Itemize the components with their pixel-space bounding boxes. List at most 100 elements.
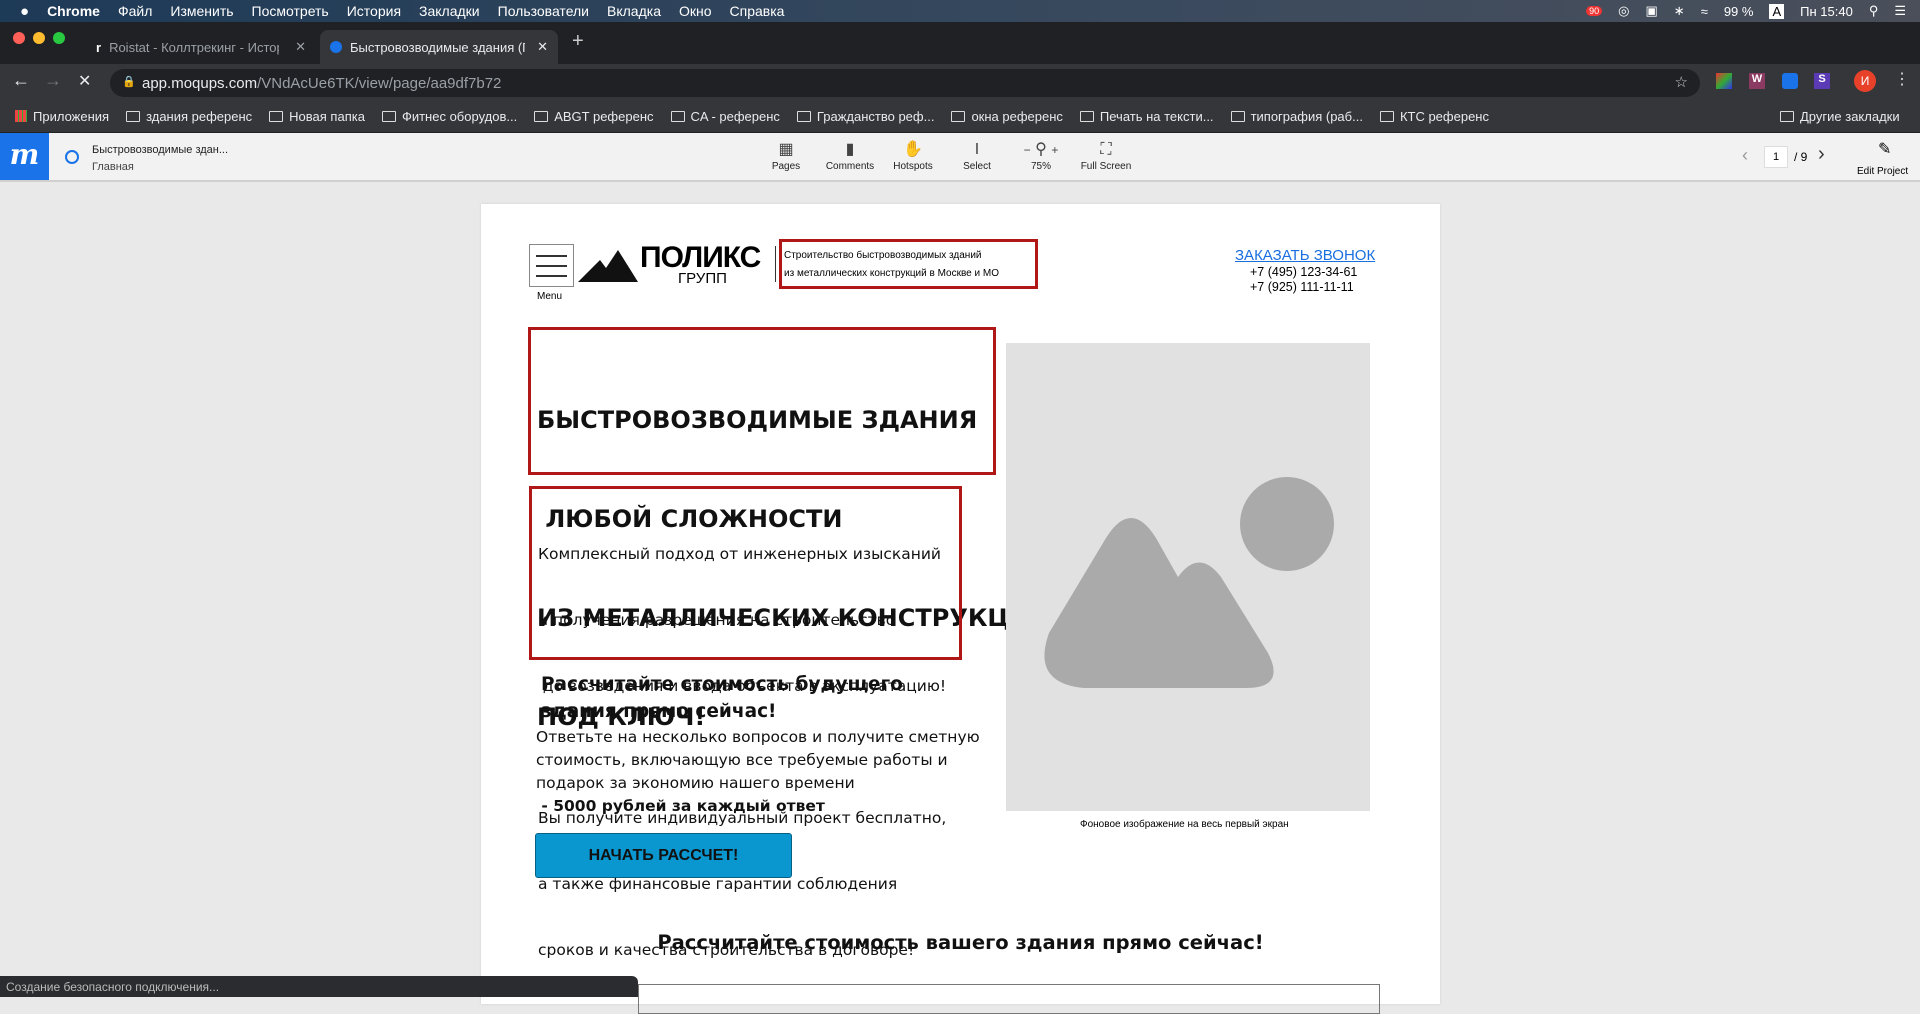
notification-badge[interactable]: 90 xyxy=(1586,6,1603,16)
spotlight-icon[interactable]: ⚲ xyxy=(1869,3,1879,19)
url-host: app.moqups.com xyxy=(142,74,258,92)
edit-project-button[interactable]: Edit Project xyxy=(1857,166,1908,177)
menu-bookmarks[interactable]: Закладки xyxy=(419,3,480,19)
battery-status[interactable]: 99 % xyxy=(1724,4,1754,19)
hotspots-button[interactable]: ✋ Hotspots xyxy=(878,139,948,172)
stop-loading-button[interactable]: ✕ xyxy=(78,71,91,91)
minimize-window-button[interactable] xyxy=(33,32,45,44)
menu-file[interactable]: Файл xyxy=(118,3,152,19)
tool-label: Full Screen xyxy=(1080,161,1132,172)
creative-cloud-icon[interactable]: ◎ xyxy=(1618,3,1629,19)
other-bookmarks[interactable]: Другие закладки xyxy=(1780,109,1900,124)
bookmark-apps[interactable]: Приложения xyxy=(15,109,109,124)
wifi-icon[interactable]: ≈ xyxy=(1701,4,1708,19)
folder-icon xyxy=(1079,110,1094,122)
bookmark-label: здания референс xyxy=(146,108,253,124)
url-path: /VNdAcUe6TK/view/page/aa9df7b72 xyxy=(257,74,502,92)
phone-1: +7 (495) 123-34-61 xyxy=(1250,265,1358,279)
airplay-icon[interactable]: ▣ xyxy=(1645,3,1657,19)
folder-icon xyxy=(951,110,966,122)
comments-button[interactable]: ▮ Comments xyxy=(815,139,885,172)
fullscreen-button[interactable]: ⛶ Full Screen xyxy=(1071,139,1141,172)
bookmark-star-icon[interactable]: ☆ xyxy=(1675,73,1688,91)
bookmark-folder[interactable]: Печать на тексти... xyxy=(1079,109,1214,124)
next-page-button[interactable]: › xyxy=(1818,143,1825,166)
bookmark-label: Приложения xyxy=(33,108,110,124)
menu-app[interactable]: Chrome xyxy=(47,3,100,19)
zoom-in-button[interactable]: + xyxy=(1051,143,1058,157)
lock-icon: 🔒 xyxy=(122,76,136,88)
company-logo[interactable]: ПОЛИКС ГРУПП xyxy=(578,241,768,289)
close-tab-icon[interactable]: ✕ xyxy=(295,39,306,55)
pencil-icon[interactable]: ✎ xyxy=(1878,139,1891,159)
menu-window[interactable]: Окно xyxy=(679,3,712,19)
calc-text-line: стоимость, включающую все требуемые рабо… xyxy=(536,751,948,769)
bookmark-folder[interactable]: окна референс xyxy=(951,109,1063,124)
close-window-button[interactable] xyxy=(13,32,25,44)
folder-icon xyxy=(796,110,811,122)
menu-view[interactable]: Посмотреть xyxy=(252,3,329,19)
notification-center-icon[interactable]: ☰ xyxy=(1894,3,1906,19)
address-bar[interactable]: 🔒 app.moqups.com/VNdAcUe6TK/view/page/aa… xyxy=(110,69,1700,97)
select-button[interactable]: I Select xyxy=(942,139,1012,172)
apple-icon[interactable]: ● xyxy=(20,3,29,20)
zoom-control[interactable]: − ⚲ + 75% xyxy=(1006,139,1076,172)
order-call-link[interactable]: ЗАКАЗАТЬ ЗВОНОК xyxy=(1235,247,1375,264)
bookmark-folder[interactable]: типография (раб... xyxy=(1230,108,1363,124)
menu-tab[interactable]: Вкладка xyxy=(607,3,661,19)
bookmark-label: типография (раб... xyxy=(1250,108,1363,124)
extension-w[interactable]: W xyxy=(1749,73,1765,89)
forward-button[interactable]: → xyxy=(44,70,62,91)
moqups-logo[interactable]: m xyxy=(0,133,49,180)
tab-roistat[interactable]: r Roistat - Коллтрекинг - Истор ✕ xyxy=(86,30,316,64)
bookmark-folder[interactable]: ABGT референс xyxy=(534,109,654,124)
extension-icon-colorful[interactable] xyxy=(1716,73,1732,89)
phone-2: +7 (925) 111-11-11 xyxy=(1250,280,1354,294)
bookmark-folder[interactable]: КТС референс xyxy=(1379,109,1489,124)
profile-avatar[interactable]: И xyxy=(1854,70,1876,92)
calc-heading-line: здания прямо сейчас! xyxy=(541,701,777,722)
menu-help[interactable]: Справка xyxy=(730,3,785,19)
bookmark-folder[interactable]: Фитнес оборудов... xyxy=(381,109,517,124)
input-source[interactable]: A xyxy=(1769,3,1785,19)
intro-box: Комплексный подход от инженерных изыскан… xyxy=(529,486,962,959)
start-calculation-button[interactable]: НАЧАТЬ РАССЧЕТ! xyxy=(535,833,792,878)
folder-icon xyxy=(126,110,141,122)
section2-heading: Рассчитайте стоимость вашего здания прям… xyxy=(657,931,1264,954)
close-tab-icon[interactable]: ✕ xyxy=(537,39,548,55)
bookmark-folder[interactable]: CA - референс xyxy=(670,108,780,124)
form-frame xyxy=(638,984,1380,1014)
tab-title: Быстровозводимые здания (П xyxy=(350,39,525,55)
clock[interactable]: Пн 15:40 xyxy=(1800,4,1853,19)
moqups-favicon xyxy=(330,41,342,53)
new-tab-button[interactable]: + xyxy=(572,30,584,53)
project-title[interactable]: Быстровозводимые здан... xyxy=(92,144,228,156)
intro-line: и получения разрешения на строительство xyxy=(538,611,896,629)
extension-s[interactable]: S xyxy=(1814,73,1830,89)
pages-icon: ▦ xyxy=(778,141,794,158)
bookmark-folder[interactable]: Гражданство реф... xyxy=(796,109,934,124)
bluetooth-icon[interactable]: ∗ xyxy=(1674,3,1685,19)
pages-button[interactable]: ▦ Pages xyxy=(751,139,821,172)
bookmark-label: Другие закладки xyxy=(1800,109,1900,124)
prev-page-button[interactable]: ‹ xyxy=(1742,145,1748,166)
calc-heading: Рассчитайте стоимость будущего здания пр… xyxy=(541,671,903,725)
zoom-out-button[interactable]: − xyxy=(1024,143,1031,157)
bookmark-label: CA - референс xyxy=(690,108,780,124)
chrome-menu-icon[interactable]: ⋮ xyxy=(1894,69,1910,89)
back-button[interactable]: ← xyxy=(12,70,30,91)
tab-moqups[interactable]: Быстровозводимые здания (П ✕ xyxy=(320,30,558,64)
macos-menubar: ● Chrome Файл Изменить Посмотреть Истори… xyxy=(0,0,1920,22)
hamburger-menu-button[interactable] xyxy=(529,244,574,287)
menu-edit[interactable]: Изменить xyxy=(170,3,233,19)
headline-box: БЫСТРОВОЗВОДИМЫЕ ЗДАНИЯ ЛЮБОЙ СЛОЖНОСТИ … xyxy=(528,327,1050,731)
roistat-favicon: r xyxy=(96,39,102,55)
bookmark-folder[interactable]: здания референс xyxy=(126,109,252,124)
maximize-window-button[interactable] xyxy=(53,32,65,44)
extension-blue-icon[interactable] xyxy=(1782,73,1798,89)
menu-history[interactable]: История xyxy=(347,3,401,19)
bookmark-folder[interactable]: Новая папка xyxy=(269,109,365,124)
menu-users[interactable]: Пользователи xyxy=(498,3,589,19)
page-number-input[interactable]: 1 xyxy=(1764,146,1788,168)
bookmark-label: Новая папка xyxy=(289,108,365,124)
